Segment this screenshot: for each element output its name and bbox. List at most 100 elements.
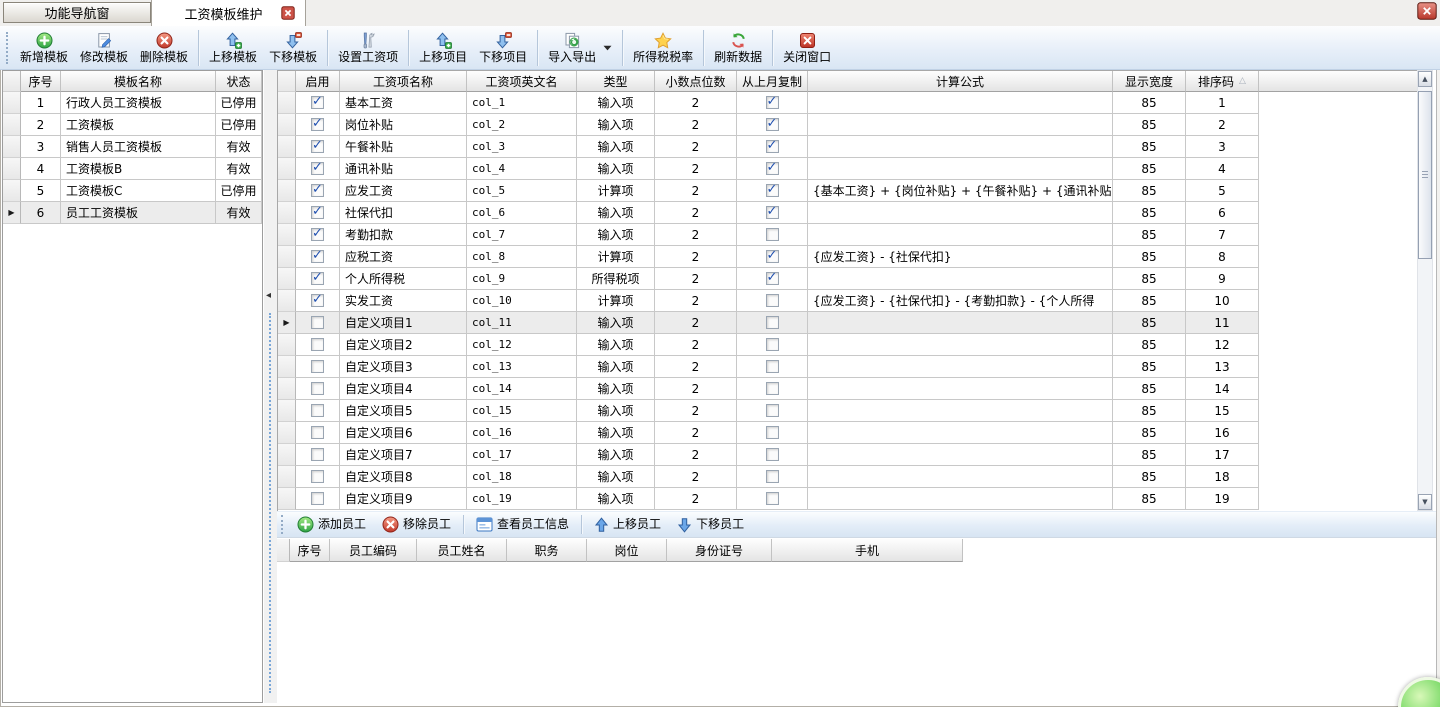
copy-prev-month-checkbox[interactable] [766,316,779,329]
scroll-down-icon[interactable]: ▼ [1418,494,1432,510]
add-template-button[interactable]: 新增模板 [14,30,74,66]
dropdown-caret-icon[interactable] [603,45,612,51]
column-header-8[interactable]: 排序码△ [1186,71,1259,92]
column-header-2[interactable]: 员工姓名 [417,539,507,562]
panel-splitter[interactable]: ◂ [264,70,277,703]
salary-item-row-10[interactable]: 实发工资col_10计算项2{应发工资} - {社保代扣} - {考勤扣款} -… [278,290,1417,312]
column-header-2[interactable]: 状态 [216,71,262,92]
enabled-checkbox[interactable] [311,404,324,417]
scrollbar-thumb[interactable] [1418,91,1432,259]
column-header-6[interactable]: 手机 [772,539,963,562]
salary-item-row-12[interactable]: 自定义项目2col_12输入项28512 [278,334,1417,356]
template-row-4[interactable]: 4工资模板B有效 [3,158,262,180]
delete-template-button[interactable]: 删除模板 [134,30,194,66]
move-employee-up-button[interactable]: 上移员工 [586,515,669,535]
column-header-0[interactable]: 序号 [21,71,61,92]
copy-prev-month-checkbox[interactable] [766,140,779,153]
salary-item-row-3[interactable]: 午餐补贴col_3输入项2853 [278,136,1417,158]
salary-item-row-14[interactable]: 自定义项目4col_14输入项28514 [278,378,1417,400]
copy-prev-month-checkbox[interactable] [766,250,779,263]
salary-item-row-7[interactable]: 考勤扣款col_7输入项2857 [278,224,1417,246]
salary-item-row-8[interactable]: 应税工资col_8计算项2{应发工资} - {社保代扣}858 [278,246,1417,268]
salary-item-row-17[interactable]: 自定义项目7col_17输入项28517 [278,444,1417,466]
toolbar-drag-grip[interactable] [6,32,9,64]
salary-item-row-13[interactable]: 自定义项目3col_13输入项28513 [278,356,1417,378]
salary-item-row-6[interactable]: 社保代扣col_6输入项2856 [278,202,1417,224]
copy-prev-month-checkbox[interactable] [766,426,779,439]
salary-item-row-15[interactable]: 自定义项目5col_15输入项28515 [278,400,1417,422]
enabled-checkbox[interactable] [311,206,324,219]
copy-prev-month-checkbox[interactable] [766,272,779,285]
copy-prev-month-checkbox[interactable] [766,448,779,461]
template-row-5[interactable]: 5工资模板C已停用 [3,180,262,202]
set-salary-items-button[interactable]: 设置工资项 [332,30,404,66]
view-employee-info-button[interactable]: 查看员工信息 [468,515,577,534]
close-window-button[interactable]: 关闭窗口 [777,30,837,66]
move-template-down-button[interactable]: 下移模板 [263,30,323,66]
scroll-up-icon[interactable]: ▲ [1418,71,1432,87]
column-header-0[interactable]: 序号 [290,539,330,562]
enabled-checkbox[interactable] [311,382,324,395]
window-close-button[interactable] [1417,2,1437,20]
column-header-5[interactable]: 从上月复制 [737,71,808,92]
copy-prev-month-checkbox[interactable] [766,162,779,175]
skin-orb-button[interactable] [1398,677,1440,707]
enabled-checkbox[interactable] [311,470,324,483]
salary-item-row-5[interactable]: 应发工资col_5计算项2{基本工资} + {岗位补贴} + {午餐补贴} + … [278,180,1417,202]
move-employee-down-button[interactable]: 下移员工 [669,515,752,535]
move-item-down-button[interactable]: 下移项目 [473,30,533,66]
enabled-checkbox[interactable] [311,360,324,373]
move-item-up-button[interactable]: 上移项目 [413,30,473,66]
copy-prev-month-checkbox[interactable] [766,338,779,351]
move-template-up-button[interactable]: 上移模板 [203,30,263,66]
tab-salary-template-maintenance[interactable]: 工资模板维护 [151,0,306,26]
enabled-checkbox[interactable] [311,338,324,351]
enabled-checkbox[interactable] [311,426,324,439]
import-export-button[interactable]: 导入导出 [542,30,618,66]
column-header-6[interactable]: 计算公式 [808,71,1113,92]
copy-prev-month-checkbox[interactable] [766,382,779,395]
enabled-checkbox[interactable] [311,184,324,197]
column-header-0[interactable]: 启用 [296,71,340,92]
salary-item-row-19[interactable]: 自定义项目9col_19输入项28519 [278,488,1417,510]
column-header-3[interactable]: 职务 [507,539,587,562]
column-header-2[interactable]: 工资项英文名 [467,71,577,92]
enabled-checkbox[interactable] [311,316,324,329]
template-row-6[interactable]: ▶6员工工资模板有效 [3,202,262,224]
edit-template-button[interactable]: 修改模板 [74,30,134,66]
enabled-checkbox[interactable] [311,250,324,263]
enabled-checkbox[interactable] [311,118,324,131]
enabled-checkbox[interactable] [311,448,324,461]
salary-item-row-4[interactable]: 通讯补贴col_4输入项2854 [278,158,1417,180]
salary-item-row-18[interactable]: 自定义项目8col_18输入项28518 [278,466,1417,488]
salary-item-row-11[interactable]: ▶自定义项目1col_11输入项28511 [278,312,1417,334]
copy-prev-month-checkbox[interactable] [766,404,779,417]
enabled-checkbox[interactable] [311,492,324,505]
copy-prev-month-checkbox[interactable] [766,294,779,307]
add-employee-button[interactable]: 添加员工 [289,514,374,535]
column-header-1[interactable]: 模板名称 [61,71,216,92]
column-header-3[interactable]: 类型 [577,71,655,92]
refresh-data-button[interactable]: 刷新数据 [708,30,768,66]
template-row-3[interactable]: 3销售人员工资模板有效 [3,136,262,158]
column-header-1[interactable]: 员工编码 [330,539,417,562]
toolbar-drag-grip[interactable] [281,515,284,534]
remove-employee-button[interactable]: 移除员工 [374,514,459,535]
copy-prev-month-checkbox[interactable] [766,360,779,373]
copy-prev-month-checkbox[interactable] [766,492,779,505]
column-header-4[interactable]: 岗位 [587,539,667,562]
tab-close-icon[interactable] [281,6,295,20]
copy-prev-month-checkbox[interactable] [766,206,779,219]
tab-function-navigation[interactable]: 功能导航窗 [3,2,151,23]
enabled-checkbox[interactable] [311,294,324,307]
copy-prev-month-checkbox[interactable] [766,184,779,197]
enabled-checkbox[interactable] [311,140,324,153]
income-tax-rate-button[interactable]: 所得税税率 [627,30,699,66]
column-header-7[interactable]: 显示宽度 [1113,71,1186,92]
template-row-2[interactable]: 2工资模板已停用 [3,114,262,136]
column-header-5[interactable]: 身份证号 [667,539,772,562]
copy-prev-month-checkbox[interactable] [766,470,779,483]
column-header-1[interactable]: 工资项名称 [340,71,467,92]
vertical-scrollbar[interactable]: ▲ ▼ [1417,70,1433,511]
enabled-checkbox[interactable] [311,228,324,241]
